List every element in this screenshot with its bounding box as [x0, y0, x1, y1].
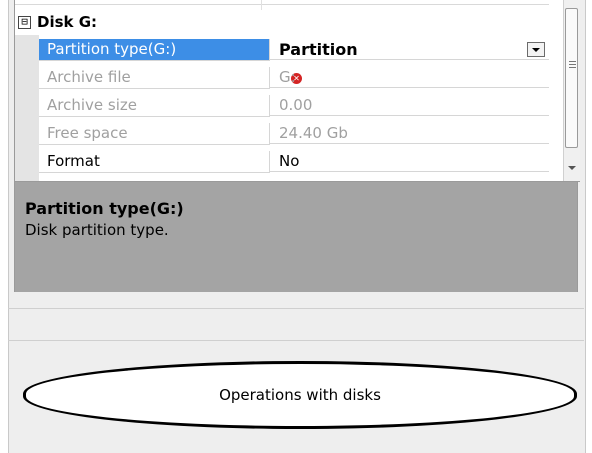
- property-value[interactable]: No: [270, 151, 549, 172]
- chevron-down-icon[interactable]: [527, 42, 545, 57]
- property-row-format[interactable]: Format No: [39, 151, 549, 173]
- property-value[interactable]: G:: [270, 67, 549, 88]
- property-value[interactable]: 24.40 Gb: [270, 123, 549, 144]
- property-name[interactable]: Format: [39, 151, 270, 173]
- collapse-icon[interactable]: ⊟: [18, 16, 31, 29]
- vertical-scrollbar[interactable]: [563, 0, 580, 181]
- property-name[interactable]: Free space: [39, 123, 270, 145]
- description-text: Disk partition type.: [25, 221, 169, 239]
- description-title: Partition type(G:): [25, 199, 184, 218]
- description-panel: Partition type(G:) Disk partition type.: [14, 182, 578, 292]
- property-row-archive-size[interactable]: Archive size 0.00: [39, 95, 549, 117]
- property-row-free-space[interactable]: Free space 24.40 Gb: [39, 123, 549, 145]
- property-grid: ⊟ Disk G: Partition type(G:) Partition A…: [14, 0, 580, 182]
- grid-gutter: [15, 35, 39, 181]
- column-separator: [261, 0, 262, 10]
- property-value-text: Partition: [279, 40, 358, 59]
- operations-with-disks-button[interactable]: Operations with disks: [23, 361, 577, 429]
- divider: [8, 308, 584, 309]
- property-value[interactable]: Partition: [270, 39, 549, 60]
- property-row-partition-type[interactable]: Partition type(G:) Partition: [39, 39, 549, 61]
- category-label: Disk G:: [37, 13, 98, 31]
- scrollbar-thumb[interactable]: [565, 8, 578, 148]
- property-row-archive-file[interactable]: Archive file ✕ G:: [39, 67, 549, 89]
- property-name[interactable]: Partition type(G:): [39, 39, 270, 61]
- divider: [8, 340, 584, 341]
- scroll-down-icon[interactable]: [568, 166, 576, 170]
- property-name[interactable]: Archive file: [39, 67, 270, 89]
- property-name[interactable]: Archive size: [39, 95, 270, 117]
- grip-icon: [569, 61, 576, 69]
- grid-top-line: [15, 4, 549, 5]
- property-value[interactable]: 0.00: [270, 95, 549, 116]
- category-disk-g[interactable]: ⊟ Disk G:: [15, 12, 549, 35]
